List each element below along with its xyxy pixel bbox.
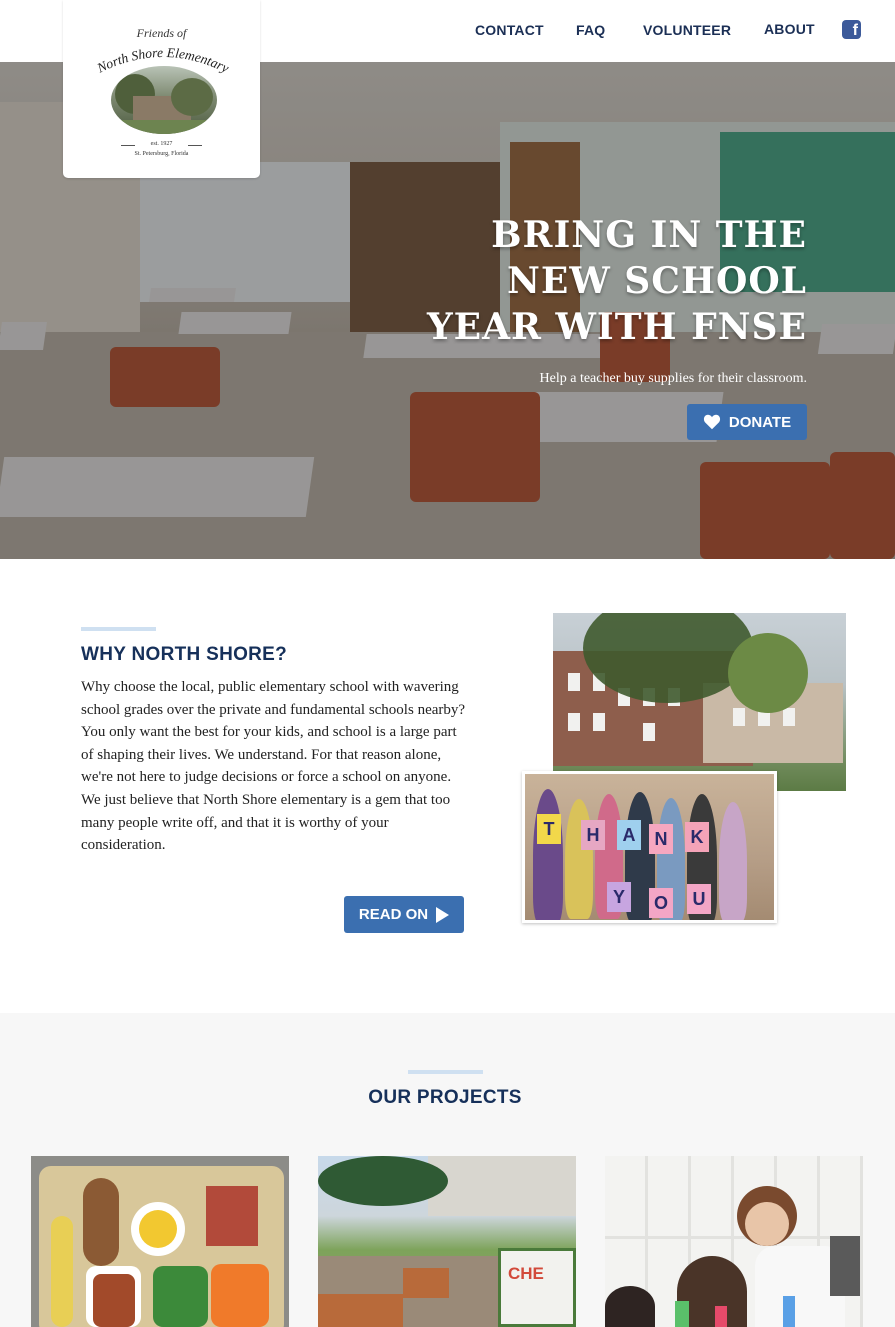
nav-about[interactable]: ABOUT (764, 21, 815, 37)
logo-established: est. 1927 (150, 141, 173, 147)
logo-school-photo (111, 66, 217, 134)
donate-button[interactable]: DONATE (687, 404, 807, 440)
project-card-science-lab[interactable] (605, 1156, 863, 1327)
donate-label: DONATE (728, 413, 792, 431)
project-card-school-lunch[interactable] (31, 1156, 289, 1327)
nav-contact[interactable]: CONTACT (475, 22, 544, 38)
facebook-icon[interactable]: f (842, 20, 861, 39)
why-heading: WHY NORTH SHORE? (81, 644, 288, 665)
nav-faq[interactable]: FAQ (576, 22, 605, 38)
why-body-text: Why choose the local, public elementary … (81, 679, 466, 854)
read-on-button[interactable]: READ ON (344, 896, 464, 933)
hero-subtitle: Help a teacher buy supplies for their cl… (539, 371, 807, 386)
project-card-school-garden[interactable]: CHE (318, 1156, 576, 1327)
play-arrow-icon (436, 906, 450, 923)
hero-title: BRING IN THE NEW SCHOOL YEAR WITH FNSE (426, 214, 807, 348)
heart-icon (703, 414, 720, 430)
nav-volunteer[interactable]: VOLUNTEER (643, 22, 731, 38)
logo-location: St. Petersburg, Florida (134, 151, 189, 157)
section-rule (408, 1070, 483, 1074)
section-rule (81, 627, 156, 631)
read-on-label: READ ON (358, 906, 429, 923)
thank-you-kids-photo: T H A N K Y O U (522, 771, 777, 923)
school-building-photo (553, 613, 846, 791)
projects-heading: OUR PROJECTS (368, 1087, 522, 1108)
site-logo[interactable]: Friends of North Shore Elementary est. 1… (63, 0, 260, 178)
